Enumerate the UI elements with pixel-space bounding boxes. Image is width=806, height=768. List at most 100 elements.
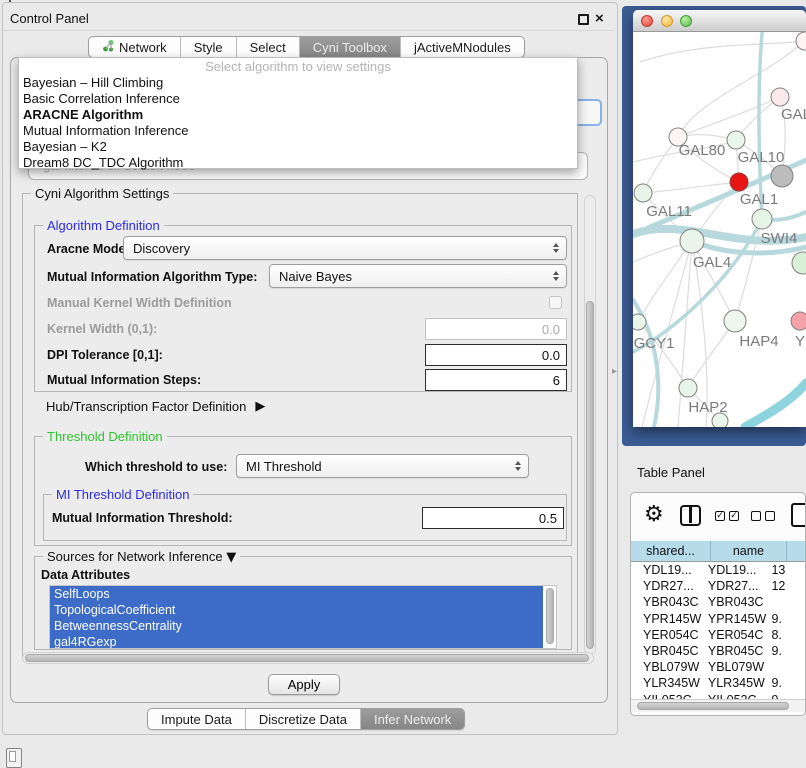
apply-button[interactable]: Apply [268,674,340,695]
table-row[interactable]: YIL052CYIL052C9 [631,692,806,700]
table-cell: YER054C [631,628,702,642]
algorithm-option[interactable]: Mutual Information Inference [19,123,577,139]
sources-legend: Sources for Network Inference ▼ [43,549,240,565]
table-row[interactable]: YDR27...YDR27...12 [631,578,806,594]
data-attribute-item[interactable]: TopologicalCoefficient [50,602,543,618]
table-cell: YPR145W [702,612,769,626]
table-row[interactable]: YER054CYER054C8. [631,627,806,643]
network-node-hap4[interactable] [724,310,746,332]
table-cell: YDR27... [631,579,702,593]
network-node-bottom[interactable] [712,413,728,427]
data-attributes-list[interactable]: SelfLoopsTopologicalCoefficientBetweenne… [49,585,557,649]
table-row[interactable]: YBR043CYBR043C [631,594,806,610]
tab-label: Style [194,40,223,55]
tab-jactivemnodules[interactable]: jActiveMNodules [401,37,524,57]
columns-icon[interactable] [680,505,701,526]
table-row[interactable]: YBR045CYBR045C9. [631,643,806,659]
mi-threshold-field[interactable]: 0.5 [422,507,564,529]
dpi-tolerance-field[interactable]: 0.0 [425,344,567,366]
network-edge [688,321,735,388]
aracne-mode-combo[interactable]: Discovery [123,236,567,260]
algorithm-option[interactable]: Dream8 DC_TDC Algorithm [19,155,577,171]
table-row[interactable]: YDL19...YDL19...13 [631,562,806,578]
hub-definition-toggle[interactable]: Hub/Transcription Factor Definition ▶ [46,399,265,414]
expanded-arrow-icon[interactable]: ▼ [226,550,236,565]
mi-steps-field[interactable]: 6 [425,369,567,391]
network-node-green-right[interactable] [792,252,806,274]
tab-impute-data[interactable]: Impute Data [148,709,246,729]
gear-icon[interactable]: ⚙ [644,499,664,531]
attribute-list-scrollbar-thumb[interactable] [546,588,554,644]
network-node-gcy1[interactable] [633,314,646,330]
network-window[interactable]: GAL7GAL80GAL10GAL1GAL11SWI4GAL4GCY1HAP4Y… [633,10,806,427]
tab-discretize-data[interactable]: Discretize Data [246,709,361,729]
network-node-label: GAL11 [646,203,692,220]
table-cell: YDL19... [631,563,702,577]
algorithm-option[interactable]: Basic Correlation Inference [19,91,577,107]
algorithm-option[interactable]: Bayesian – Hill Climbing [19,75,577,91]
settings-vertical-scrollbar[interactable] [584,195,596,655]
manual-kernel-checkbox[interactable] [549,296,562,309]
settings-horizontal-scrollbar[interactable] [22,652,594,664]
table-horizontal-scrollbar[interactable] [631,699,806,712]
tab-cyni-toolbox[interactable]: Cyni Toolbox [300,37,401,57]
table-cell: 12 [768,579,806,593]
network-node-label: GAL4 [693,254,731,271]
kernel-width-field[interactable]: 0.0 [425,318,567,340]
tab-network[interactable]: Network [89,37,181,57]
restore-panel-icon[interactable] [6,748,22,768]
table-row[interactable]: YLR345WYLR345W9. [631,675,806,691]
network-node-gray[interactable] [771,165,793,187]
network-node-pink-right[interactable] [791,312,806,330]
mi-type-combo[interactable]: Naive Bayes [269,264,567,288]
network-node-gal7[interactable] [771,88,789,106]
network-node-label: Y [795,333,805,350]
new-column-icon[interactable] [791,503,806,527]
unchecked-checkbox-icon[interactable] [751,511,761,521]
hub-definition-label: Hub/Transcription Factor Definition [46,399,246,414]
table-column-header[interactable]: shared... [631,541,711,562]
network-node-label: SWI4 [761,230,798,247]
table-column-header[interactable] [787,541,806,562]
checked-checkbox-icon[interactable]: ✓ [715,511,725,521]
close-window-icon[interactable] [641,15,653,27]
network-node-gal1[interactable] [730,173,748,191]
tab-select[interactable]: Select [237,37,300,57]
data-attribute-item[interactable]: BetweennessCentrality [50,618,543,634]
algorithm-option[interactable]: Bayesian – K2 [19,139,577,155]
table-row[interactable]: YBL079WYBL079W [631,659,806,675]
network-node-label: GAL80 [679,142,726,159]
tab-label: Network [119,40,167,55]
splitpane-handle[interactable]: ▸ [612,366,617,377]
float-panel-icon[interactable] [578,14,589,25]
table-body[interactable]: YDL19...YDL19...13YDR27...YDR27...12YBR0… [631,562,806,699]
checked-checkbox-icon[interactable]: ✓ [729,511,739,521]
network-edge [735,219,762,321]
settings-scrollbar-thumb[interactable] [586,301,594,649]
zoom-window-icon[interactable] [680,15,692,27]
network-node-gal11[interactable] [634,184,652,202]
network-window-titlebar[interactable] [633,10,806,32]
network-node-gal4[interactable] [680,229,704,253]
network-canvas[interactable]: GAL7GAL80GAL10GAL1GAL11SWI4GAL4GCY1HAP4Y… [633,32,806,427]
unchecked-checkbox-icon[interactable] [765,511,775,521]
mi-type-value: Naive Bayes [279,269,352,284]
minimize-window-icon[interactable] [661,15,673,27]
network-edge [643,182,739,193]
network-node-swi4[interactable] [752,209,772,229]
manual-kernel-label: Manual Kernel Width Definition [47,296,232,310]
close-panel-icon[interactable]: × [595,10,604,28]
tab-infer-network[interactable]: Infer Network [361,709,464,729]
tab-style[interactable]: Style [181,37,237,57]
network-node-hap2[interactable] [679,379,697,397]
settings-hscrollbar-thumb[interactable] [25,654,589,662]
table-row[interactable]: YPR145WYPR145W9. [631,611,806,627]
data-attribute-item[interactable]: SelfLoops [50,586,543,602]
data-attribute-item[interactable]: gal4RGexp [50,634,543,649]
algorithm-option[interactable]: ARACNE Algorithm [19,107,577,123]
which-threshold-combo[interactable]: MI Threshold [236,454,529,478]
table-hscrollbar-thumb[interactable] [637,702,789,710]
network-node-gal10[interactable] [727,131,745,149]
network-edge [745,383,806,427]
table-column-header[interactable]: name [711,541,787,562]
